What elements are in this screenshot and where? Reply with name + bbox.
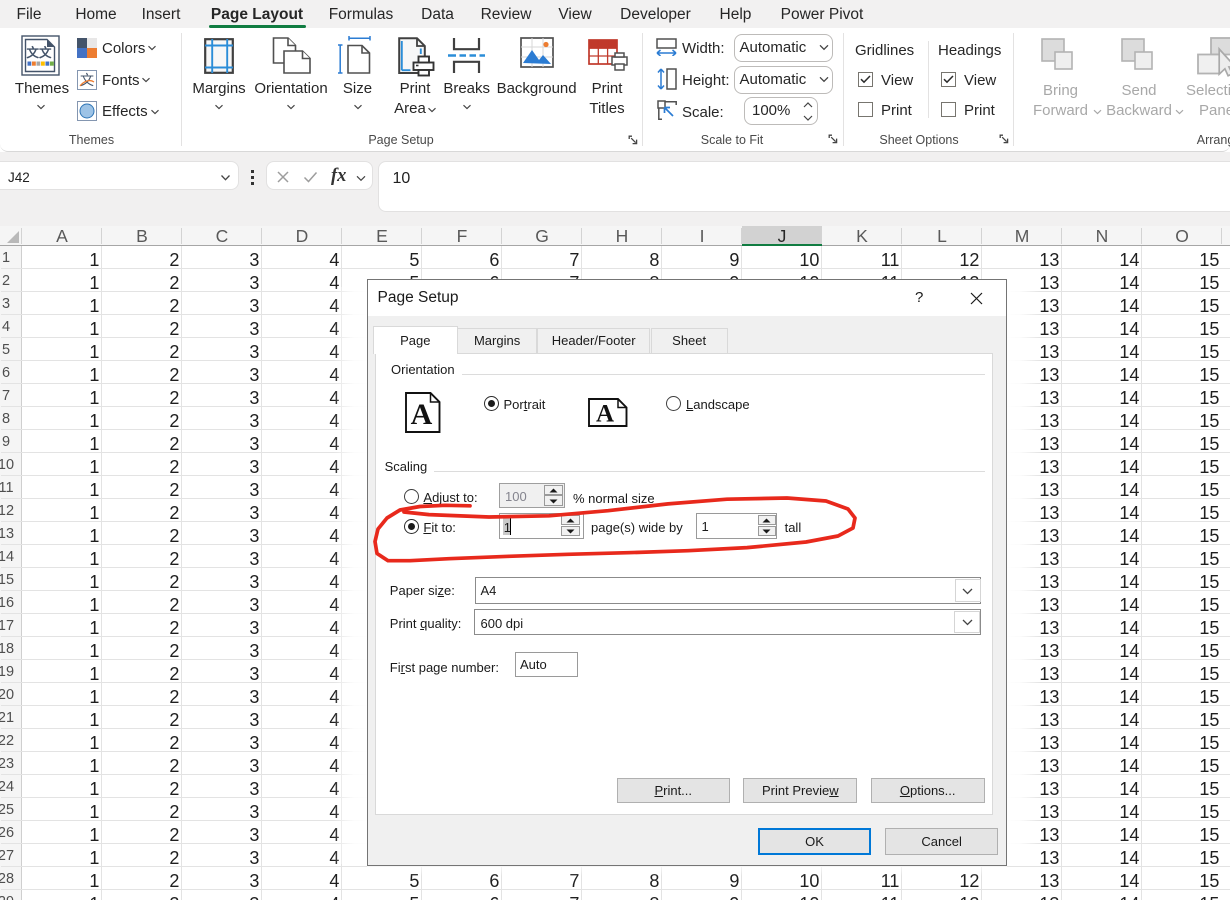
- svg-text:A: A: [595, 401, 613, 428]
- svg-text:文文: 文文: [26, 45, 52, 60]
- svg-text:文: 文: [80, 72, 94, 88]
- svg-text:A: A: [411, 398, 433, 431]
